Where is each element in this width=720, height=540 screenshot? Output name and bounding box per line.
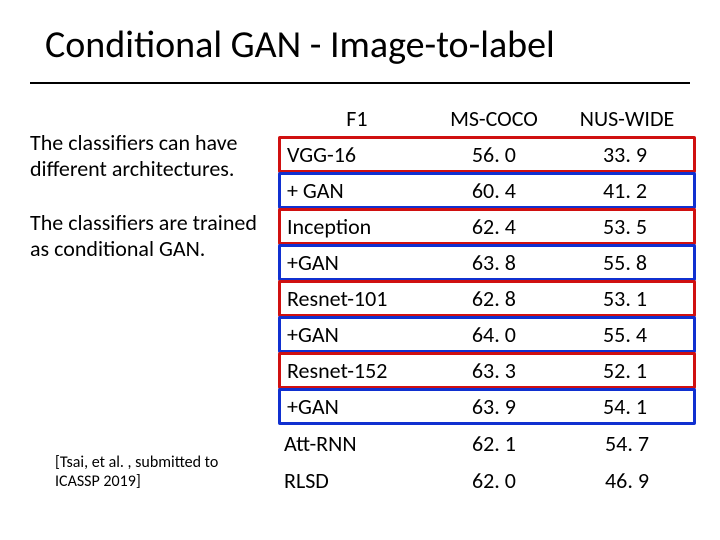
col-header-f1: F1 xyxy=(278,105,430,132)
slide: Conditional GAN - Image-to-label The cla… xyxy=(0,0,720,540)
table-row: VGG-16 56. 0 33. 9 xyxy=(278,136,696,173)
row-label: + GAN xyxy=(281,177,431,204)
row-label: VGG-16 xyxy=(281,141,431,168)
body-text-1: The classifiers can have different archi… xyxy=(30,130,275,182)
table-row: Inception 62. 4 53. 5 xyxy=(278,208,696,245)
row-label: Resnet-101 xyxy=(281,285,431,312)
row-mscoco: 60. 4 xyxy=(431,177,557,204)
title-rule xyxy=(30,82,690,84)
row-nuswide: 53. 5 xyxy=(557,213,693,240)
row-label: RLSD xyxy=(278,467,430,494)
row-mscoco: 62. 8 xyxy=(431,285,557,312)
row-mscoco: 63. 8 xyxy=(431,249,557,276)
row-mscoco: 63. 3 xyxy=(431,357,557,384)
row-mscoco: 62. 1 xyxy=(430,430,558,457)
row-label: Inception xyxy=(281,213,431,240)
col-header-nuswide: NUS-WIDE xyxy=(558,105,696,132)
row-mscoco: 63. 9 xyxy=(431,393,557,420)
table-row: + GAN 60. 4 41. 2 xyxy=(278,172,696,209)
row-nuswide: 53. 1 xyxy=(557,285,693,312)
row-nuswide: 41. 2 xyxy=(557,177,693,204)
row-label: Resnet-152 xyxy=(281,357,431,384)
table-row: Resnet-152 63. 3 52. 1 xyxy=(278,352,696,389)
row-label: Att-RNN xyxy=(278,430,430,457)
table-header: F1 MS-COCO NUS-WIDE xyxy=(278,100,696,137)
table-row: +GAN 63. 8 55. 8 xyxy=(278,244,696,281)
row-nuswide: 54. 1 xyxy=(557,393,693,420)
row-nuswide: 46. 9 xyxy=(558,467,696,494)
row-nuswide: 55. 8 xyxy=(557,249,693,276)
row-nuswide: 52. 1 xyxy=(557,357,693,384)
table-row: RLSD 62. 0 46. 9 xyxy=(278,462,696,499)
row-mscoco: 62. 0 xyxy=(430,467,558,494)
row-mscoco: 56. 0 xyxy=(431,141,557,168)
row-label: +GAN xyxy=(281,393,431,420)
row-nuswide: 33. 9 xyxy=(557,141,693,168)
results-table: F1 MS-COCO NUS-WIDE VGG-16 56. 0 33. 9 +… xyxy=(278,100,696,499)
page-title: Conditional GAN - Image-to-label xyxy=(45,22,555,68)
row-label: +GAN xyxy=(281,321,431,348)
row-nuswide: 55. 4 xyxy=(557,321,693,348)
table-row: +GAN 64. 0 55. 4 xyxy=(278,316,696,353)
citation: [Tsai, et al. , submitted to ICASSP 2019… xyxy=(55,453,255,491)
row-mscoco: 64. 0 xyxy=(431,321,557,348)
row-mscoco: 62. 4 xyxy=(431,213,557,240)
col-header-mscoco: MS-COCO xyxy=(430,105,558,132)
table-row: Att-RNN 62. 1 54. 7 xyxy=(278,425,696,462)
row-label: +GAN xyxy=(281,249,431,276)
table-row: +GAN 63. 9 54. 1 xyxy=(278,388,696,425)
table-row: Resnet-101 62. 8 53. 1 xyxy=(278,280,696,317)
body-text-2: The classifiers are trained as condition… xyxy=(30,210,275,262)
row-nuswide: 54. 7 xyxy=(558,430,696,457)
